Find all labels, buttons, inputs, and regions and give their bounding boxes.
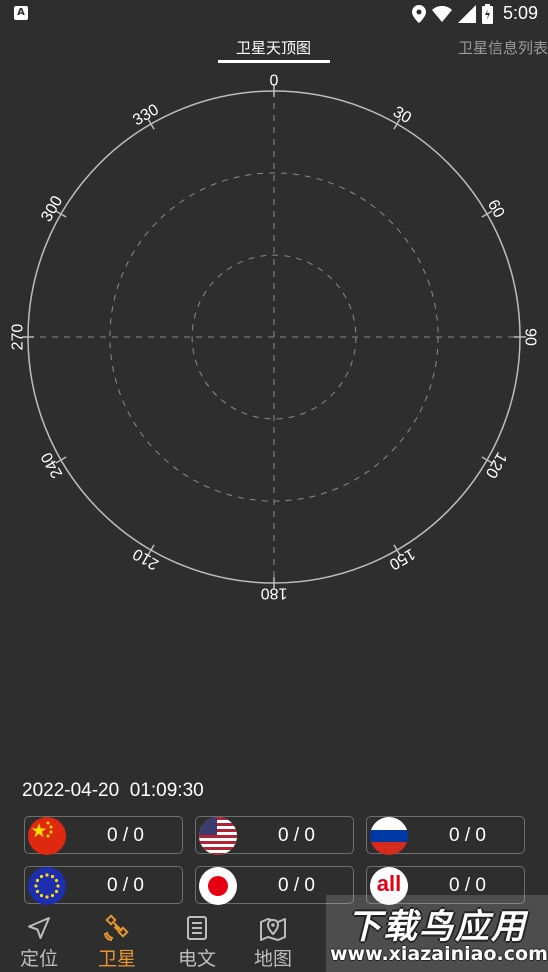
location-icon xyxy=(411,4,426,23)
navigation-arrow-icon xyxy=(28,917,50,939)
all-icon-label: all xyxy=(376,871,402,896)
tab-satellite-list[interactable]: 卫星信息列表 xyxy=(458,37,548,58)
constellation-count: 0 / 0 xyxy=(107,875,144,896)
eu-flag-star xyxy=(45,895,49,899)
constellation-count: 0 / 0 xyxy=(278,875,315,896)
tab-indicator xyxy=(218,60,330,63)
constellation-count: 0 / 0 xyxy=(278,825,315,846)
eu-flag-star xyxy=(56,884,60,888)
eu-flag-star xyxy=(39,874,44,879)
sky-plot-chart: 0 30 60 90 120 150 180 210 240 270 300 330 xyxy=(10,73,539,602)
sky-plot-azimuth-label: 60 xyxy=(484,197,508,221)
tab-sky-plot[interactable]: 卫星天顶图 xyxy=(236,37,311,58)
tab-bar: 卫星天顶图 卫星信息列表 xyxy=(0,30,548,66)
nav-label: 电文 xyxy=(177,948,216,970)
eu-flag-star xyxy=(35,878,40,883)
satellite-icon xyxy=(104,914,129,941)
eu-flag-star xyxy=(39,893,44,898)
sky-plot-azimuth-label: 30 xyxy=(390,103,414,127)
eu-flag-star xyxy=(34,884,38,888)
watermark: 下载鸟应用 www.xiazainiao.com xyxy=(326,895,548,972)
sky-plot-azimuth-label: 0 xyxy=(270,73,279,90)
timestamp: 2022-04-20 01:09:30 xyxy=(22,780,204,801)
constellation-card-beidou[interactable]: 0 / 0 xyxy=(24,816,183,855)
sky-plot-azimuth-label: 90 xyxy=(522,328,539,346)
status-icons: 5:09 xyxy=(411,3,538,24)
constellation-count: 0 / 0 xyxy=(107,825,144,846)
russia-flag-icon xyxy=(370,817,408,855)
watermark-url: www.xiazainiao.com xyxy=(330,943,548,965)
sky-plot-azimuth-label: 210 xyxy=(130,545,162,573)
nav-label: 地图 xyxy=(253,948,292,970)
nav-label: 卫星 xyxy=(97,948,136,970)
map-pin-icon xyxy=(260,918,286,941)
constellation-count: 0 / 0 xyxy=(449,825,486,846)
sky-plot-azimuth-label: 300 xyxy=(38,193,66,225)
nav-item-map[interactable]: 地图 xyxy=(238,914,308,971)
watermark-title: 下载鸟应用 xyxy=(347,907,527,947)
document-icon xyxy=(187,916,207,940)
eu-flag-star xyxy=(45,873,49,877)
status-bar: A 5:09 xyxy=(0,0,548,30)
nav-label: 定位 xyxy=(19,948,58,970)
nav-item-location[interactable]: 定位 xyxy=(4,914,74,971)
sky-plot-azimuth-label: 270 xyxy=(10,324,27,351)
constellation-card-glonass[interactable]: 0 / 0 xyxy=(366,816,525,855)
constellation-card-galileo[interactable]: 0 / 0 xyxy=(24,866,183,905)
japan-flag-icon xyxy=(199,867,237,905)
eu-flag-star xyxy=(54,878,59,883)
eu-flag-icon xyxy=(28,867,66,905)
sky-plot-azimuth-label: 120 xyxy=(482,449,510,481)
eu-flag-star xyxy=(35,889,40,894)
eu-flag-star xyxy=(54,889,59,894)
usa-flag-icon xyxy=(199,817,237,855)
status-time: 5:09 xyxy=(502,3,538,23)
eu-flag-star xyxy=(50,893,55,898)
signal-icon xyxy=(457,4,476,23)
eu-flag-star xyxy=(50,874,55,879)
battery-icon xyxy=(481,3,493,24)
constellation-count: 0 / 0 xyxy=(449,875,486,896)
sky-plot-azimuth-label: 180 xyxy=(261,585,288,602)
sky-plot-azimuth-label: 240 xyxy=(38,449,66,481)
nav-item-messages[interactable]: 电文 xyxy=(162,914,232,971)
nav-item-satellite[interactable]: 卫星 xyxy=(82,914,152,971)
constellation-card-gps[interactable]: 0 / 0 xyxy=(195,816,354,855)
app-notification-icon: A xyxy=(14,6,28,20)
wifi-icon xyxy=(431,5,452,22)
sky-plot-azimuth-label: 330 xyxy=(130,101,162,129)
sky-plot-azimuth-label: 150 xyxy=(386,545,418,573)
sky-plot: 0 30 60 90 120 150 180 210 240 270 300 330 xyxy=(0,66,548,616)
china-flag-icon xyxy=(28,817,66,855)
